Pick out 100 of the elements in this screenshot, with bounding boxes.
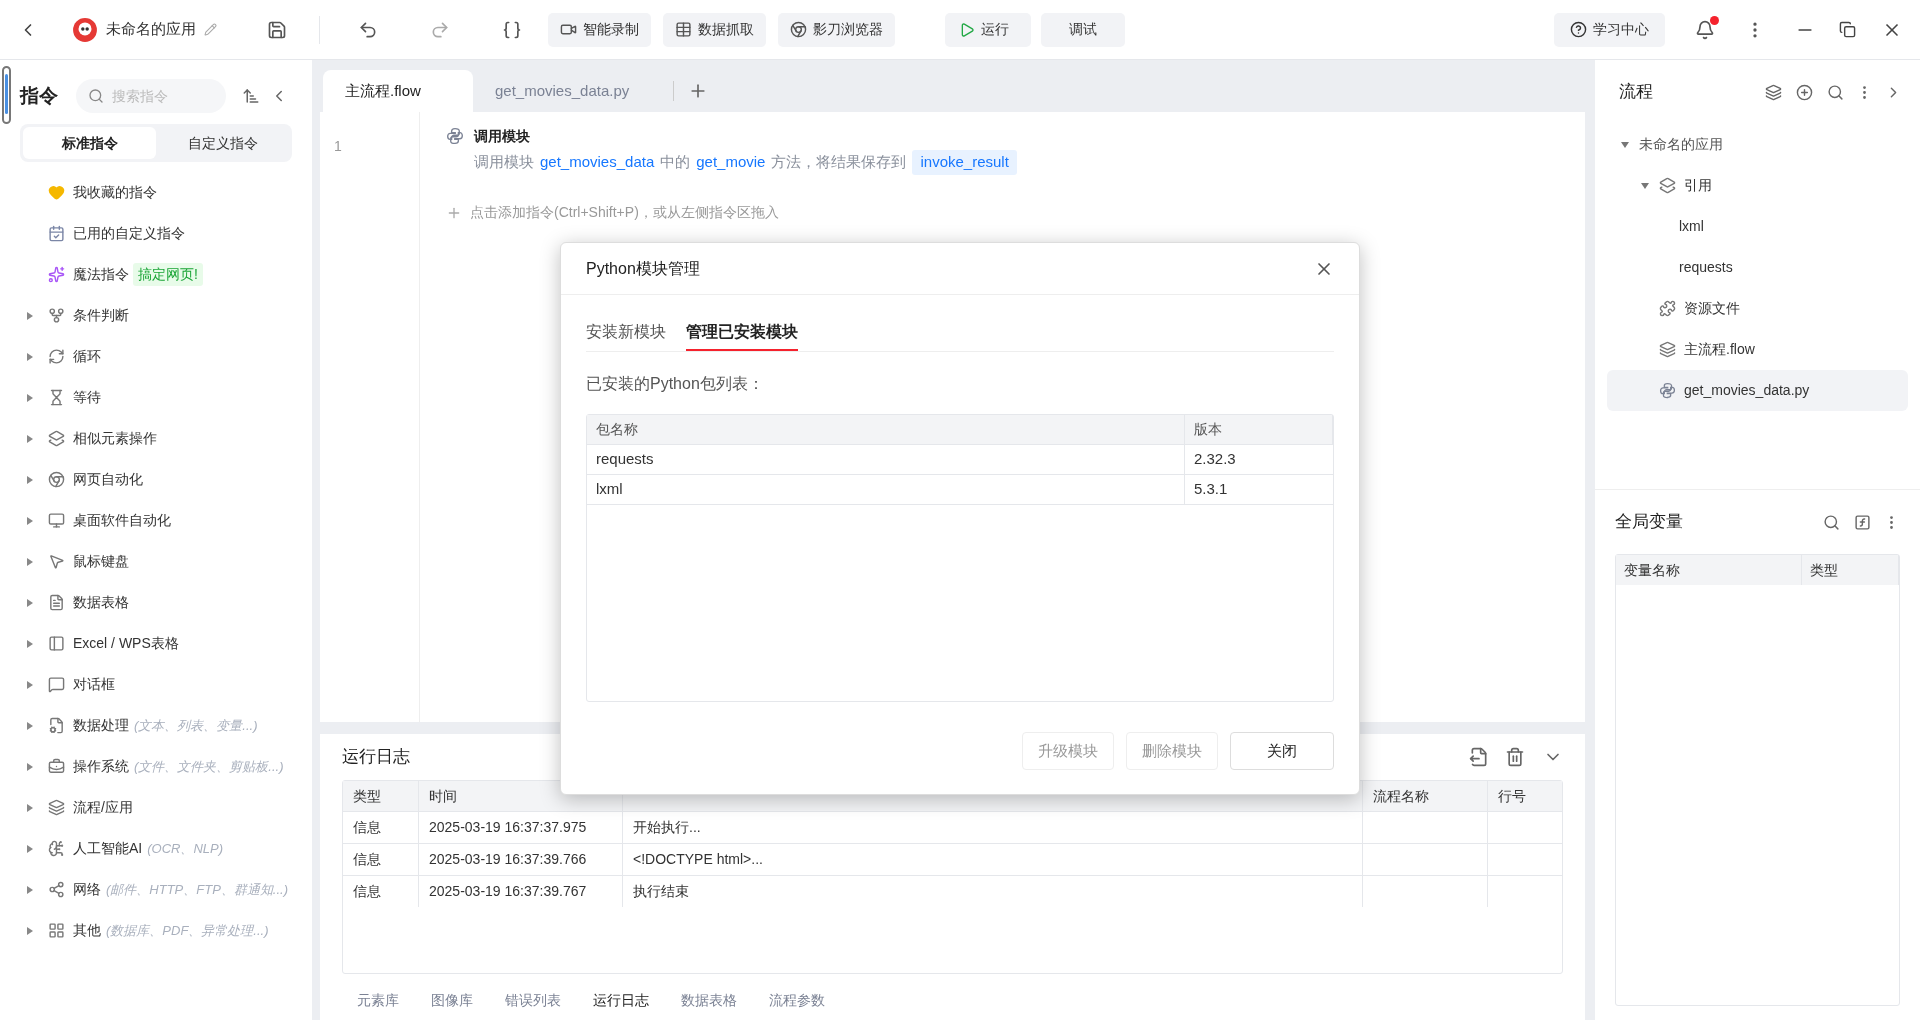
command-category[interactable]: 网络 — [73, 879, 101, 900]
command-category[interactable]: 循环 — [73, 346, 101, 367]
command-category[interactable]: 桌面软件自动化 — [73, 510, 171, 531]
dialog-tab[interactable]: 安装新模块 — [586, 315, 666, 351]
expand-arrow-icon[interactable] — [26, 803, 34, 812]
bottom-tab[interactable]: 元素库 — [342, 977, 414, 1020]
expand-arrow-icon[interactable] — [26, 639, 34, 648]
expand-arrow-icon[interactable] — [26, 598, 34, 607]
bottom-tab[interactable]: 错误列表 — [490, 977, 576, 1020]
expand-arrow-icon[interactable] — [26, 721, 34, 730]
toolbar-button[interactable]: 智能录制 — [548, 12, 651, 47]
table-cell-text: 2.32.3 — [1193, 449, 1237, 470]
tree-item[interactable]: get_movies_data.py — [1607, 370, 1908, 411]
table-cell-text: 5.3.1 — [1193, 479, 1229, 500]
command-category[interactable]: 我收藏的指令 — [73, 182, 157, 203]
command-category[interactable]: 魔法指令 — [73, 264, 129, 285]
tree-item[interactable]: 未命名的应用 — [1607, 124, 1908, 165]
command-category[interactable]: 已用的自定义指令 — [73, 223, 185, 244]
expand-arrow-icon[interactable] — [26, 393, 34, 402]
bottom-tab[interactable]: 运行日志 — [578, 977, 664, 1020]
category-icon — [48, 348, 65, 365]
expand-arrow-icon[interactable] — [1621, 140, 1629, 149]
command-category[interactable]: 等待 — [73, 387, 101, 408]
line-number: 1 — [334, 137, 343, 156]
toolbar-button[interactable]: 影刀浏览器 — [778, 12, 895, 47]
dialog-title: Python模块管理 — [586, 258, 700, 279]
category-icon — [48, 184, 65, 201]
variables-icon[interactable] — [502, 19, 522, 40]
sidebar-tab[interactable]: 自定义指令 — [156, 127, 289, 159]
tool-icon — [790, 21, 807, 38]
table-cell: 执行结束 — [623, 875, 1363, 907]
expand-arrow-icon[interactable] — [26, 885, 34, 894]
search-icon[interactable] — [1827, 83, 1844, 101]
expand-arrow-icon[interactable] — [26, 352, 34, 361]
step-description[interactable]: 调用模块 get_movies_data 中的 get_movie 方法，将结果保存到 invoke_result — [474, 150, 1017, 175]
bottom-tab[interactable]: 数据表格 — [666, 977, 752, 1020]
command-category[interactable]: 网页自动化 — [73, 469, 143, 490]
debug-button[interactable]: 调试 — [1041, 12, 1125, 47]
export-icon[interactable] — [1469, 747, 1489, 767]
expand-arrow-icon[interactable] — [26, 844, 34, 853]
help-center-button[interactable]: 学习中心 — [1554, 12, 1665, 47]
category-hint: (文本、列表、变量...) — [134, 716, 258, 735]
table-cell: requests — [587, 445, 1185, 474]
expand-arrow-icon[interactable] — [26, 475, 34, 484]
column-header: 行号 — [1497, 786, 1527, 806]
command-category[interactable]: 操作系统 — [73, 756, 129, 777]
command-category[interactable]: 人工智能AI — [73, 838, 143, 859]
layers-icon — [1659, 341, 1676, 358]
command-category[interactable]: 条件判断 — [73, 305, 129, 326]
dialog-tab[interactable]: 管理已安装模块 — [686, 315, 798, 351]
expand-arrow-icon[interactable] — [26, 762, 34, 771]
notification-icon[interactable] — [1695, 19, 1715, 40]
add-module-icon[interactable] — [1796, 83, 1813, 101]
tree-item[interactable]: 引用 — [1607, 165, 1908, 206]
python-icon — [446, 127, 464, 145]
redo-icon[interactable] — [430, 19, 450, 40]
expand-arrow-icon[interactable] — [26, 926, 34, 935]
sidebar-tab[interactable]: 标准指令 — [23, 127, 156, 159]
command-category[interactable]: 流程/应用 — [73, 797, 133, 818]
command-category[interactable]: 对话框 — [73, 674, 115, 695]
category-hint: (数据库、PDF、异常处理...) — [106, 921, 269, 940]
editor-tab[interactable]: 主流程.flow — [323, 70, 473, 112]
expand-arrow-icon[interactable] — [1641, 181, 1649, 190]
column-header: 版本 — [1185, 415, 1333, 444]
tree-item[interactable]: 资源文件 — [1607, 288, 1908, 329]
undo-icon[interactable] — [358, 19, 378, 40]
category-icon — [48, 512, 65, 529]
command-category[interactable]: 其他 — [73, 920, 101, 941]
category-icon — [48, 758, 65, 775]
expand-arrow-icon[interactable] — [26, 680, 34, 689]
tree-item[interactable]: lxml — [1607, 206, 1908, 247]
python-icon — [1659, 382, 1676, 399]
search-field[interactable]: 搜索指令 — [76, 79, 226, 113]
command-category[interactable]: 数据处理 — [73, 715, 129, 736]
toolbar-button[interactable]: 数据抓取 — [663, 12, 766, 47]
expand-arrow-icon[interactable] — [26, 434, 34, 443]
bottom-tab[interactable]: 图像库 — [416, 977, 488, 1020]
sort-icon[interactable] — [242, 87, 260, 105]
help-icon — [1570, 21, 1587, 38]
bottom-tab[interactable]: 流程参数 — [754, 977, 840, 1020]
expand-arrow-icon[interactable] — [26, 516, 34, 525]
command-category[interactable]: 数据表格 — [73, 592, 129, 613]
expand-arrow-icon[interactable] — [26, 557, 34, 566]
category-hint: (文件、文件夹、剪贴板...) — [134, 757, 284, 776]
tree-item[interactable]: 主流程.flow — [1607, 329, 1908, 370]
save-icon[interactable] — [267, 19, 287, 40]
trash-icon[interactable] — [1505, 747, 1525, 767]
command-category[interactable]: Excel / WPS表格 — [73, 633, 179, 654]
search-icon[interactable] — [1823, 513, 1840, 531]
restore-icon[interactable] — [1839, 21, 1856, 38]
category-icon — [48, 266, 65, 283]
tree-item[interactable]: requests — [1607, 247, 1908, 288]
command-category[interactable]: 相似元素操作 — [73, 428, 157, 449]
column-header: 类型 — [1802, 555, 1899, 585]
panel-title: 流程 — [1619, 81, 1653, 104]
expand-arrow-icon[interactable] — [26, 311, 34, 320]
dialog-button[interactable]: 关闭 — [1230, 732, 1334, 770]
category-icon — [48, 717, 65, 734]
command-category[interactable]: 鼠标键盘 — [73, 551, 129, 572]
run-button[interactable]: 运行 — [945, 12, 1031, 47]
